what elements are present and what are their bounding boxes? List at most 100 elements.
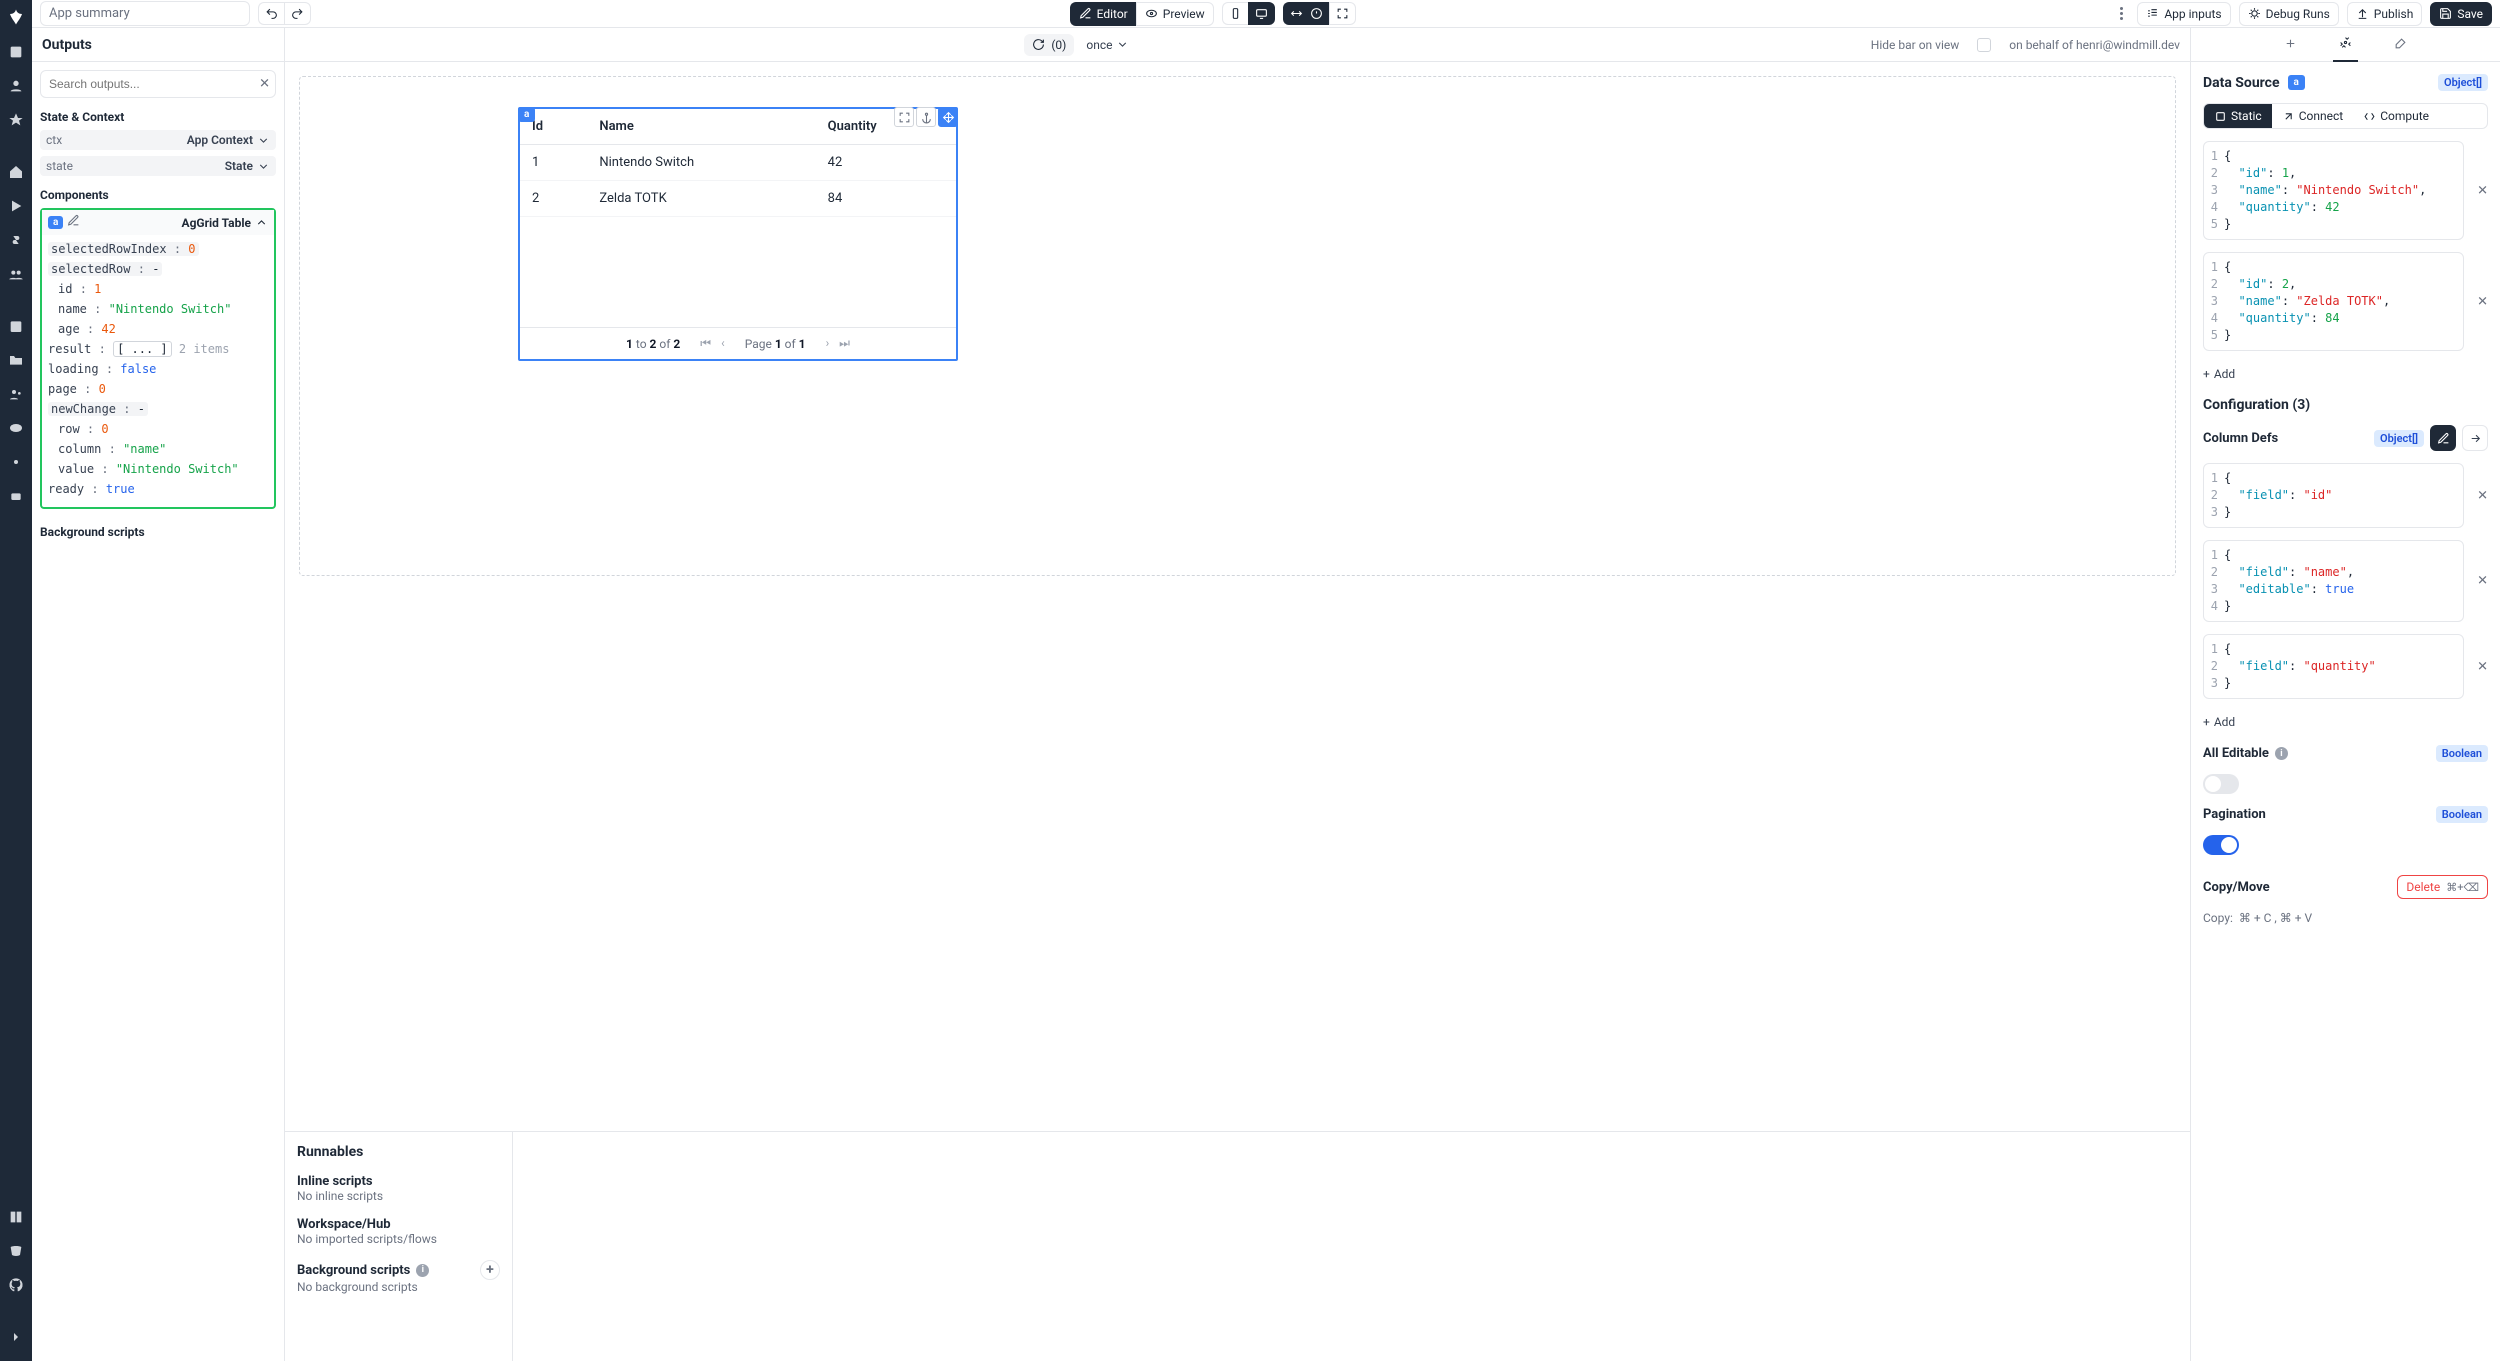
coldef-3[interactable]: 1{ 2 "field": "quantity" 3} [2203,634,2464,699]
delete-component-button[interactable]: Delete⌘+⌫ [2397,875,2488,899]
more-menu[interactable] [2114,3,2129,24]
delete-item-icon[interactable]: ✕ [2477,183,2488,198]
workspace-icon[interactable] [8,44,24,64]
coldef-2[interactable]: 1{ 2 "field": "name", 3 "editable": true… [2203,540,2464,622]
connect-mode[interactable]: Connect [2272,104,2353,128]
outputs-heading: Outputs [32,28,285,61]
table-row[interactable]: 1Nintendo Switch42 [520,145,956,181]
style-tab[interactable] [2388,29,2413,61]
logo-icon[interactable] [7,8,25,30]
anchor-handle[interactable] [916,107,936,127]
expand-coldefs-button[interactable] [2462,425,2488,451]
debug-runs-button[interactable]: Debug Runs [2239,2,2339,26]
canvas[interactable]: a Id Name Quantity [285,62,2190,1131]
ctx-row[interactable]: ctxApp Context [40,130,276,150]
coldefs-type-chip: Object[] [2374,430,2424,447]
desktop-view-button[interactable] [1248,2,1275,25]
home-icon[interactable] [8,164,24,184]
pager: 1 to 2 of 2 ⏮ ‹ Page 1 of 1 › ⏭ [520,327,956,359]
star-icon[interactable] [8,112,24,132]
type-chip: Object[] [2438,74,2488,91]
editor-tab[interactable]: Editor [1070,2,1136,26]
toolbar: App summary Editor Preview [32,0,2500,28]
pager-last[interactable]: ⏭ [839,336,850,351]
refresh-button[interactable]: (0) [1024,34,1074,56]
redo-button[interactable] [284,2,311,25]
inspector-panel: Data Source a Object[] Static Connect Co… [2190,62,2500,1361]
info-icon[interactable]: i [416,1264,429,1277]
edit-component-icon[interactable] [67,214,80,231]
aggrid-component[interactable]: a Id Name Quantity [518,107,958,361]
robot-icon[interactable] [8,488,24,508]
github-icon[interactable] [8,1277,24,1297]
hide-bar-checkbox[interactable] [1977,38,1991,52]
component-a[interactable]: a AgGrid Table selectedRowIndex : 0 sele… [40,208,276,509]
user-icon[interactable] [8,78,24,98]
undo-button[interactable] [258,2,284,25]
copy-move-heading: Copy/Move [2203,880,2270,895]
info-icon[interactable]: i [2275,747,2288,760]
run-mode-select[interactable]: once [1086,38,1129,52]
gear-icon[interactable] [8,454,24,474]
delete-coldef-icon[interactable]: ✕ [2477,659,2488,674]
json-item-2[interactable]: 1{ 2 "id": 2, 3 "name": "Zelda TOTK", 4 … [2203,252,2464,351]
mobile-view-button[interactable] [1222,2,1248,25]
discord-icon[interactable] [8,1243,24,1263]
compute-mode[interactable]: Compute [2353,104,2439,128]
save-button[interactable]: Save [2430,2,2492,26]
folder-icon[interactable] [8,352,24,372]
delete-item-icon[interactable]: ✕ [2477,294,2488,309]
clear-search-icon[interactable]: ✕ [259,77,270,92]
app-inputs-button[interactable]: App inputs [2137,2,2230,26]
width-button[interactable] [1283,2,1329,25]
inline-empty: No inline scripts [297,1189,500,1203]
source-mode-toggle[interactable]: Static Connect Compute [2203,103,2488,129]
col-name[interactable]: Name [587,109,815,145]
config-heading: Configuration (3) [2203,397,2488,413]
state-row[interactable]: stateState [40,156,276,176]
add-coldef-button[interactable]: + Add [2203,711,2488,733]
pager-next[interactable]: › [826,336,830,351]
fullscreen-button[interactable] [1329,2,1356,25]
canvas-surface[interactable]: a Id Name Quantity [299,76,2176,576]
delete-coldef-icon[interactable]: ✕ [2477,574,2488,589]
add-bg-script-button[interactable]: + [480,1260,500,1280]
settings-tab[interactable] [2333,28,2358,62]
runnables-heading: Runnables [297,1144,500,1160]
eye-icon[interactable] [8,420,24,440]
search-outputs-input[interactable] [40,70,276,98]
calendar-icon[interactable] [8,318,24,338]
play-icon[interactable] [8,198,24,218]
expand-icon[interactable] [8,1329,24,1349]
pager-prev[interactable]: ‹ [721,336,725,351]
expand-handle[interactable] [894,107,914,127]
book-icon[interactable] [8,1209,24,1229]
subbar: Outputs (0) once Hide bar on view on beh… [32,28,2500,62]
preview-tab[interactable]: Preview [1136,2,1214,26]
delete-coldef-icon[interactable]: ✕ [2477,488,2488,503]
all-editable-toggle[interactable] [2203,774,2239,794]
coldef-1[interactable]: 1{ 2 "field": "id" 3} [2203,463,2464,528]
state-context-heading: State & Context [40,110,276,124]
move-handle[interactable] [938,107,958,127]
pager-first[interactable]: ⏮ [700,336,711,351]
bg-empty: No background scripts [297,1280,500,1294]
edit-coldefs-button[interactable] [2430,425,2456,451]
json-item-1[interactable]: 1{ 2 "id": 1, 3 "name": "Nintendo Switch… [2203,141,2464,240]
users-icon[interactable] [8,386,24,406]
pagination-toggle[interactable] [2203,835,2239,855]
hub-heading: Workspace/Hub [297,1217,500,1232]
dollar-icon[interactable] [8,232,24,252]
add-item-button[interactable]: + Add [2203,363,2488,385]
publish-button[interactable]: Publish [2347,2,2423,26]
table-row[interactable]: 2Zelda TOTK84 [520,181,956,217]
copy-hint: Copy: ⌘ + C , ⌘ + V [2203,911,2488,925]
app-title-input[interactable]: App summary [40,1,250,26]
data-source-heading: Data Source [2203,75,2280,91]
data-table[interactable]: Id Name Quantity 1Nintendo Switch42 2Zel… [520,109,956,217]
add-component-tab[interactable] [2278,29,2303,61]
components-heading: Components [40,188,276,202]
static-mode[interactable]: Static [2204,104,2272,128]
hub-empty: No imported scripts/flows [297,1232,500,1246]
group-icon[interactable] [8,266,24,286]
